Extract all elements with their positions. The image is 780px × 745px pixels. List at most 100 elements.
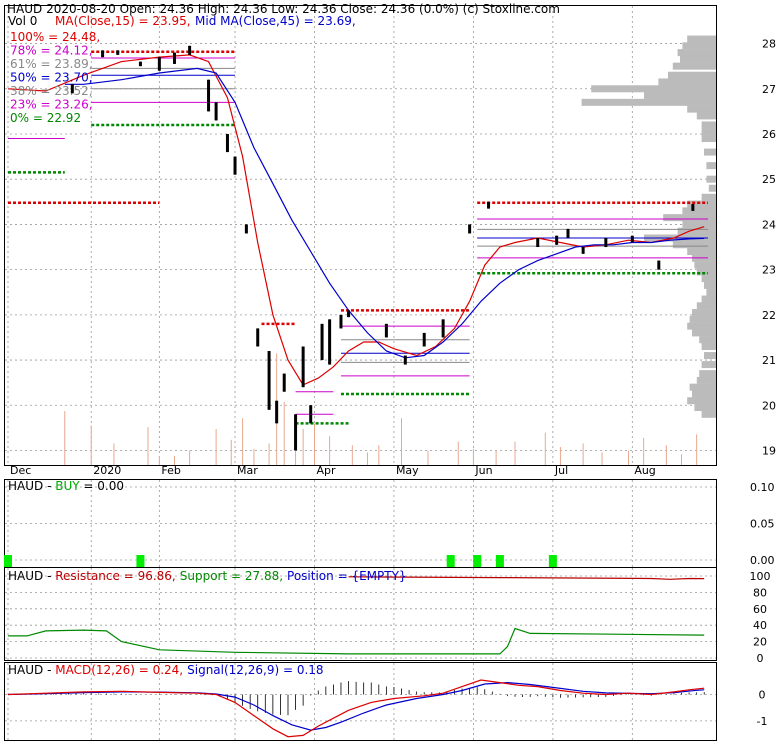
x-tick-label: Feb	[161, 464, 180, 477]
fib-label: 0% = 22.92	[10, 111, 81, 125]
y-tick-labels: 19 20 21 22 23 24 25 26 27 28 0.10 0.05 0.00 100 80 60 4…	[750, 38, 777, 728]
profile-bar	[694, 404, 716, 412]
profile-bar	[708, 184, 716, 192]
fib-label: 38% = 23.52,	[10, 84, 93, 98]
buy-y-tick: 0.10	[750, 481, 775, 494]
res-label: HAUD - Resistance = 96.86, Support = 27.8…	[8, 569, 407, 583]
price-candle	[536, 237, 540, 248]
price-y-tick: 28	[762, 38, 776, 51]
x-tick-label: Mar	[237, 464, 258, 477]
price-candle	[225, 133, 229, 153]
profile-bar	[687, 35, 716, 43]
profile-bar	[706, 288, 716, 296]
x-tick-label: 2020	[93, 464, 121, 477]
buy-signal	[548, 555, 557, 567]
macd-label: HAUD - MACD(12,26) = 0.24, Signal(12,26,9…	[8, 663, 324, 677]
price-candle	[282, 373, 286, 392]
profile-bar	[701, 193, 716, 201]
profile-bar	[581, 98, 716, 106]
profile-bar	[696, 302, 716, 310]
price-y-tick: 19	[762, 444, 776, 457]
profile-bar	[701, 295, 716, 303]
profile-bar	[663, 214, 716, 222]
profile-bar	[701, 121, 716, 129]
profile-bar	[677, 49, 716, 57]
price-candle	[422, 332, 426, 347]
price-candle	[328, 319, 332, 365]
price-candle	[555, 235, 559, 245]
price-candle	[233, 156, 237, 175]
price-y-tick: 24	[762, 218, 776, 231]
x-tick-labels: Dec 2020 Feb Mar Apr May Jun Jul Aug	[10, 464, 656, 477]
price-candle	[339, 314, 343, 329]
profile-bar	[689, 383, 716, 391]
price-candle	[309, 405, 313, 424]
profile-bar	[699, 370, 716, 378]
macd-y-tick: -1	[757, 715, 768, 728]
profile-bar	[687, 248, 716, 256]
buy-signal	[473, 555, 482, 567]
profile-bar	[701, 128, 716, 136]
profile-bar	[696, 376, 716, 384]
profile-bar	[672, 241, 716, 249]
profile-bar	[701, 342, 716, 350]
profile-bar	[706, 162, 716, 170]
x-tick-label: Dec	[10, 464, 31, 477]
stock-chart: 19 20 21 22 23 24 25 26 27 28 0.10 0.05 0.00 100 80 60 4…	[4, 2, 777, 741]
macd-y-tick: 0	[759, 689, 766, 702]
profile-bar	[692, 329, 716, 337]
price-candle	[403, 355, 407, 365]
fib-label: 61% = 23.89,	[10, 57, 93, 71]
price-candle	[116, 50, 120, 55]
profile-bar	[687, 397, 716, 405]
profile-bar	[701, 135, 716, 143]
res-y-tick: 100	[750, 570, 771, 583]
price-candle	[630, 235, 634, 243]
price-candle	[301, 346, 305, 388]
profile-bar	[668, 71, 716, 79]
profile-bar	[658, 78, 716, 86]
profile-bar	[687, 105, 716, 113]
buy-signal	[446, 555, 455, 567]
profile-bar	[692, 309, 716, 317]
price-candle	[214, 102, 218, 121]
res-y-tick: 0	[757, 652, 764, 665]
price-candle	[347, 310, 351, 318]
fib-label: 100% = 24.48,	[10, 30, 100, 44]
price-candle	[566, 228, 570, 238]
profile-bar	[701, 410, 716, 418]
price-candle	[581, 247, 585, 254]
profile-bar	[692, 390, 716, 398]
price-candle	[468, 224, 472, 234]
price-candle	[604, 237, 608, 248]
price-candle	[172, 52, 176, 64]
fib-label: 50% = 23.70,	[10, 71, 93, 85]
price-candle	[267, 351, 271, 410]
res-y-tick: 80	[753, 586, 767, 599]
x-tick-label: Apr	[316, 464, 336, 477]
price-y-tick: 26	[762, 128, 776, 141]
price-candle	[320, 323, 324, 361]
price-candle	[244, 224, 248, 234]
price-candle	[384, 323, 388, 338]
profile-bar	[687, 322, 716, 330]
price-candle	[691, 204, 695, 211]
profile-bar	[706, 175, 716, 183]
profile-bar	[699, 336, 716, 344]
price-y-tick: 20	[762, 399, 776, 412]
price-candle	[294, 414, 298, 451]
price-y-tick: 25	[762, 173, 776, 186]
x-tick-label: Jul	[554, 464, 568, 477]
profile-bar	[689, 315, 716, 323]
profile-bar	[694, 261, 716, 269]
price-candle	[441, 319, 445, 338]
buy-y-tick: 0.00	[750, 554, 775, 567]
profile-bar	[701, 275, 716, 283]
buy-signal	[495, 555, 504, 567]
x-tick-label: May	[396, 464, 419, 477]
fib-label: 78% = 24.12,	[10, 44, 93, 58]
res-y-tick: 60	[753, 603, 767, 616]
profile-bar	[704, 148, 716, 156]
profile-bar	[682, 207, 716, 215]
price-panel	[4, 5, 717, 466]
